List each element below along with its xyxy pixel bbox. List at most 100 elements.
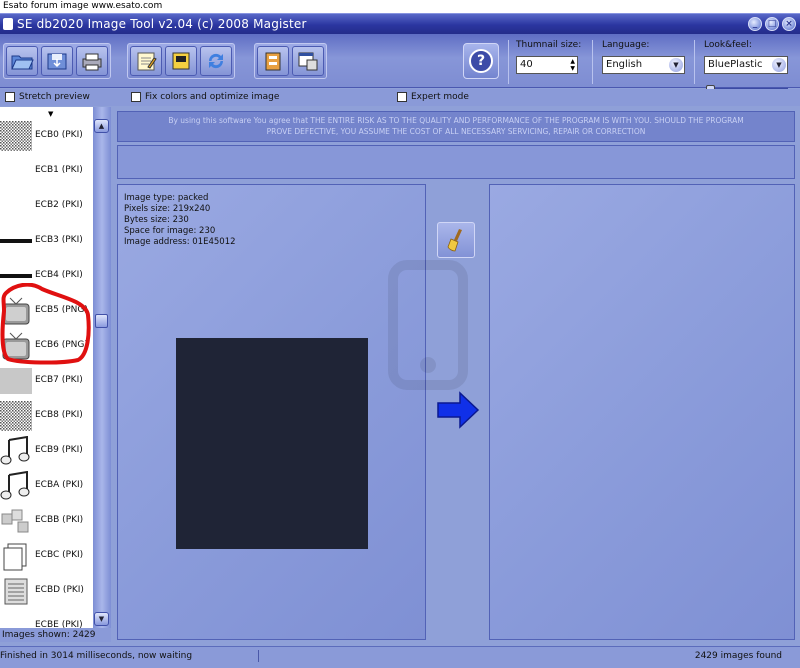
fix-colors-checkbox[interactable]: Fix colors and optimize image <box>131 92 279 102</box>
list-scroll-up-icon[interactable]: ▼ <box>48 110 53 118</box>
look-feel-select[interactable]: BluePlastic ▼ <box>704 56 788 74</box>
image-thumbnail <box>0 541 32 571</box>
thumbnail-size-label: Thumnail size: <box>516 40 582 50</box>
list-item-label: ECB4 (PKI) <box>35 270 83 280</box>
list-item-label: ECB8 (PKI) <box>35 410 83 420</box>
window-title: SE db2020 Image Tool v2.04 (c) 2008 Magi… <box>17 17 307 31</box>
list-item[interactable]: ECB1 (PKI) <box>0 154 93 189</box>
image-preview <box>176 338 368 549</box>
refresh-button[interactable] <box>200 46 232 76</box>
list-item[interactable]: ECB2 (PKI) <box>0 189 93 224</box>
pixel-size: Pixels size: 219x240 <box>124 204 211 214</box>
list-item[interactable]: ECB8 (PKI) <box>0 399 93 434</box>
thumbnail-size-spinner[interactable]: 40 ▲ ▼ <box>516 56 578 74</box>
archive-button[interactable] <box>257 46 289 76</box>
save-button[interactable] <box>41 46 73 76</box>
maximize-button[interactable]: □ <box>765 17 779 31</box>
expert-mode-label: Expert mode <box>411 92 469 102</box>
scrollbar-thumb[interactable] <box>95 314 108 328</box>
disclaimer-line: By using this software You agree that TH… <box>168 116 744 125</box>
window-button[interactable] <box>292 46 324 76</box>
images-shown-count: Images shown: 2429 <box>0 628 111 642</box>
toolbar: ? Thumnail size: 40 ▲ ▼ Language: English… <box>0 34 800 88</box>
list-item[interactable]: ECB4 (PKI) <box>0 259 93 294</box>
checkbox-box[interactable] <box>5 92 15 102</box>
list-item-label: ECB1 (PKI) <box>35 165 83 175</box>
list-item[interactable]: ECBE (PKI) <box>0 609 93 628</box>
help-icon: ? <box>469 49 493 73</box>
image-thumbnail <box>0 156 32 186</box>
print-button[interactable] <box>76 46 108 76</box>
image-thumbnail <box>0 576 32 606</box>
open-folder-button[interactable] <box>6 46 38 76</box>
toolbar-separator <box>508 40 509 84</box>
status-bar: Finished in 3014 milliseconds, now waiti… <box>0 646 800 668</box>
list-item-label: ECB6 (PNG) <box>35 340 88 350</box>
look-feel-group: Look&feel: BluePlastic ▼ <box>704 40 788 74</box>
fix-colors-label: Fix colors and optimize image <box>145 92 280 102</box>
list-item[interactable]: ECBB (PKI) <box>0 504 93 539</box>
image-thumbnail <box>0 226 32 256</box>
list-item-label: ECBE (PKI) <box>35 620 83 628</box>
thumbnail-size-group: Thumnail size: 40 ▲ ▼ <box>516 40 581 74</box>
misc-tool-group <box>254 43 327 79</box>
language-group: Language: English ▼ <box>602 40 685 74</box>
close-button[interactable]: × <box>782 17 796 31</box>
scroll-up-button[interactable]: ▲ <box>94 119 109 133</box>
export-button[interactable] <box>165 46 197 76</box>
edit-tool-group <box>127 43 235 79</box>
help-button[interactable]: ? <box>463 43 499 79</box>
license-disclaimer: By using this software You agree that TH… <box>117 111 795 142</box>
list-item[interactable]: ECB6 (PNG) <box>0 329 93 364</box>
list-item[interactable]: ECBD (PKI) <box>0 574 93 609</box>
stretch-preview-label: Stretch preview <box>19 92 90 102</box>
list-item[interactable]: ECB3 (PKI) <box>0 224 93 259</box>
scroll-down-button[interactable]: ▼ <box>94 612 109 626</box>
export-icon <box>172 52 190 70</box>
language-select[interactable]: English ▼ <box>602 56 685 74</box>
list-item[interactable]: ECB7 (PKI) <box>0 364 93 399</box>
image-thumbnail <box>0 296 32 326</box>
image-thumbnail <box>0 506 32 536</box>
clear-button[interactable] <box>437 222 475 258</box>
images-found-count: 2429 images found <box>694 651 782 661</box>
list-item-label: ECB0 (PKI) <box>35 130 83 140</box>
toolbar-separator <box>592 40 593 84</box>
list-item-label: ECBA (PKI) <box>35 480 84 490</box>
image-thumbnail <box>0 435 32 466</box>
status-divider <box>258 650 259 662</box>
title-bar: SE db2020 Image Tool v2.04 (c) 2008 Magi… <box>0 13 800 34</box>
original-image-panel: Image type: packed Pixels size: 219x240 … <box>117 184 468 640</box>
checkbox-box[interactable] <box>131 92 141 102</box>
list-item-label: ECBB (PKI) <box>35 515 84 525</box>
toolbar-separator <box>694 40 695 84</box>
converted-image-panel <box>489 184 795 640</box>
app-icon <box>3 18 13 30</box>
disclaimer-line: PROVE DEFECTIVE, YOU ASSUME THE COST OF … <box>266 127 646 136</box>
expert-mode-checkbox[interactable]: Expert mode <box>397 92 469 102</box>
chevron-down-icon[interactable]: ▼ <box>772 58 786 72</box>
checkbox-box[interactable] <box>397 92 407 102</box>
stretch-preview-checkbox[interactable]: Stretch preview <box>5 92 90 102</box>
list-item[interactable]: ECBA (PKI) <box>0 469 93 504</box>
status-message: Finished in 3014 milliseconds, now waiti… <box>0 651 193 661</box>
list-item[interactable]: ECBC (PKI) <box>0 539 93 574</box>
list-item-label: ECB5 (PNG) <box>35 305 88 315</box>
list-item[interactable]: ECB9 (PKI) <box>0 434 93 469</box>
list-item[interactable]: ECB5 (PNG) <box>0 294 93 329</box>
list-item[interactable]: ECB0 (PKI) <box>0 119 93 154</box>
forum-banner: Esato forum image www.esato.com <box>0 0 800 13</box>
spinner-arrows-icon[interactable]: ▲ ▼ <box>570 58 575 72</box>
image-thumbnail <box>0 366 32 396</box>
refresh-icon <box>208 53 224 69</box>
print-icon <box>82 53 102 71</box>
image-list-scrollbar[interactable]: ▲ ▼ <box>93 107 111 628</box>
notepad-button[interactable] <box>130 46 162 76</box>
open-folder-icon <box>11 55 34 70</box>
window-icon <box>298 52 318 71</box>
image-thumbnail <box>0 191 32 221</box>
save-icon <box>47 53 67 70</box>
convert-arrow-button[interactable] <box>436 390 480 430</box>
minimize-button[interactable]: _ <box>748 17 762 31</box>
chevron-down-icon[interactable]: ▼ <box>669 58 683 72</box>
